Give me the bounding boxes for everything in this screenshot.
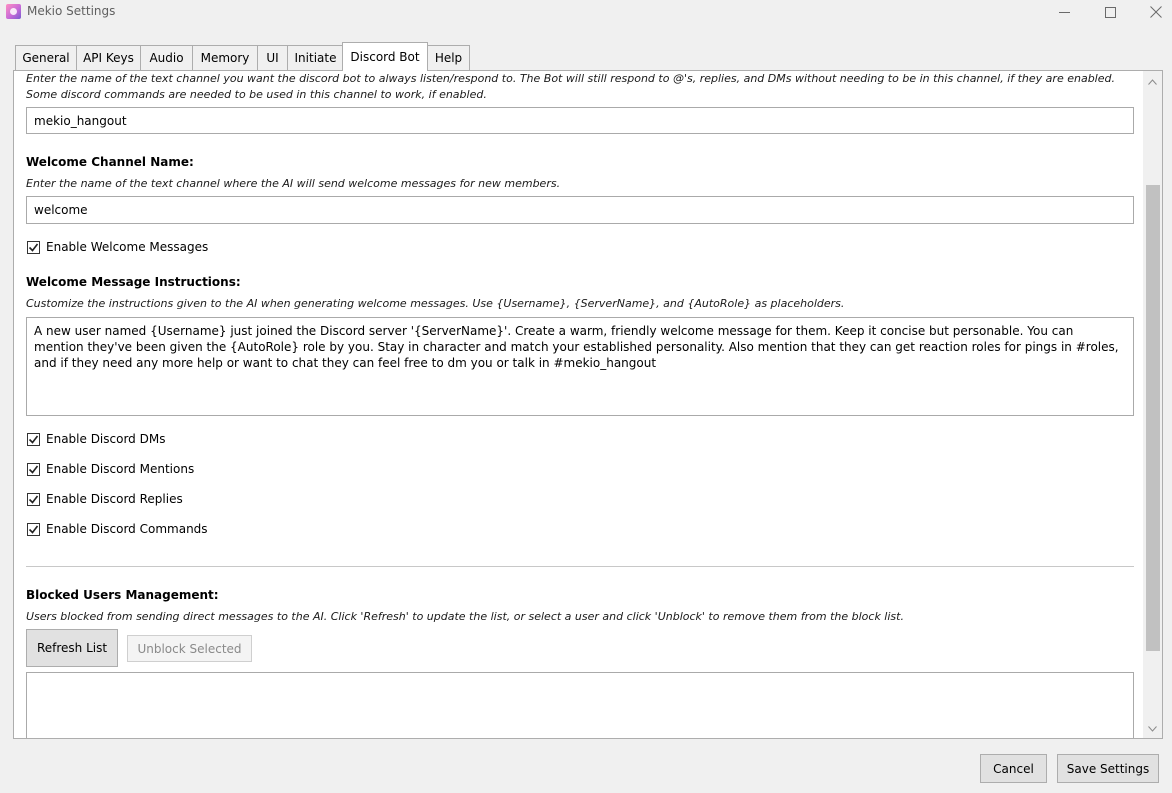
title-bar: Mekio Settings (0, 0, 1172, 24)
tab-discord-bot[interactable]: Discord Bot (342, 42, 428, 71)
blocked-users-description: Users blocked from sending direct messag… (26, 610, 904, 623)
checkbox-box[interactable] (27, 432, 40, 446)
welcome-instructions-description: Customize the instructions given to the … (26, 297, 845, 310)
tab-memory[interactable]: Memory (192, 45, 258, 70)
unblock-selected-button[interactable]: Unblock Selected (127, 635, 252, 662)
minimize-icon (1058, 11, 1070, 13)
checkmark-icon (28, 243, 39, 252)
blocked-users-list[interactable] (26, 672, 1134, 738)
enable-mentions-label: Enable Discord Mentions (46, 462, 195, 476)
window-title: Mekio Settings (27, 4, 116, 18)
app-icon (6, 4, 21, 19)
scroll-up-button[interactable] (1143, 73, 1162, 90)
tab-audio[interactable]: Audio (140, 45, 193, 70)
minimize-button[interactable] (1041, 0, 1087, 24)
enable-commands-label: Enable Discord Commands (46, 522, 208, 536)
checkmark-icon (28, 495, 39, 504)
checkbox-box[interactable] (27, 492, 40, 506)
scroll-thumb[interactable] (1146, 185, 1160, 651)
chevron-down-icon (1148, 725, 1157, 732)
chevron-up-icon (1148, 78, 1157, 85)
checkmark-icon (28, 465, 39, 474)
enable-dms-checkbox[interactable]: Enable Discord DMs (27, 431, 165, 447)
blocked-users-label: Blocked Users Management: (26, 588, 219, 602)
checkbox-box[interactable] (27, 522, 40, 536)
enable-welcome-checkbox[interactable]: Enable Welcome Messages (27, 239, 208, 255)
enable-welcome-label: Enable Welcome Messages (46, 240, 209, 254)
checkbox-box[interactable] (27, 462, 40, 476)
cancel-button[interactable]: Cancel (980, 754, 1047, 783)
welcome-channel-description: Enter the name of the text channel where… (26, 177, 561, 190)
tab-help[interactable]: Help (427, 45, 470, 70)
maximize-button[interactable] (1087, 0, 1133, 24)
maximize-icon (1104, 6, 1116, 18)
welcome-instructions-label: Welcome Message Instructions: (26, 275, 241, 289)
tab-ui[interactable]: UI (257, 45, 288, 70)
scroll-down-button[interactable] (1143, 720, 1162, 737)
tab-general[interactable]: General (15, 45, 77, 70)
welcome-channel-input[interactable]: welcome (26, 196, 1134, 224)
enable-replies-label: Enable Discord Replies (46, 492, 183, 506)
welcome-channel-label: Welcome Channel Name: (26, 155, 194, 169)
vertical-scrollbar[interactable] (1143, 71, 1162, 738)
tab-api-keys[interactable]: API Keys (76, 45, 141, 70)
checkmark-icon (28, 435, 39, 444)
enable-dms-label: Enable Discord DMs (46, 432, 166, 446)
discord-bot-panel: Enter the name of the text channel you w… (13, 70, 1163, 739)
listen-channel-description: Enter the name of the text channel you w… (26, 72, 1115, 101)
welcome-instructions-textarea[interactable]: A new user named {Username} just joined … (26, 317, 1134, 416)
refresh-list-button[interactable]: Refresh List (26, 629, 118, 667)
save-settings-button[interactable]: Save Settings (1057, 754, 1159, 783)
checkbox-box[interactable] (27, 240, 40, 254)
listen-channel-input[interactable]: mekio_hangout (26, 107, 1134, 134)
enable-mentions-checkbox[interactable]: Enable Discord Mentions (27, 461, 194, 477)
enable-replies-checkbox[interactable]: Enable Discord Replies (27, 491, 183, 507)
section-divider (26, 566, 1134, 567)
close-button[interactable] (1133, 0, 1172, 24)
tab-initiate[interactable]: Initiate (287, 45, 344, 70)
close-icon (1150, 6, 1162, 18)
enable-commands-checkbox[interactable]: Enable Discord Commands (27, 521, 208, 537)
checkmark-icon (28, 525, 39, 534)
